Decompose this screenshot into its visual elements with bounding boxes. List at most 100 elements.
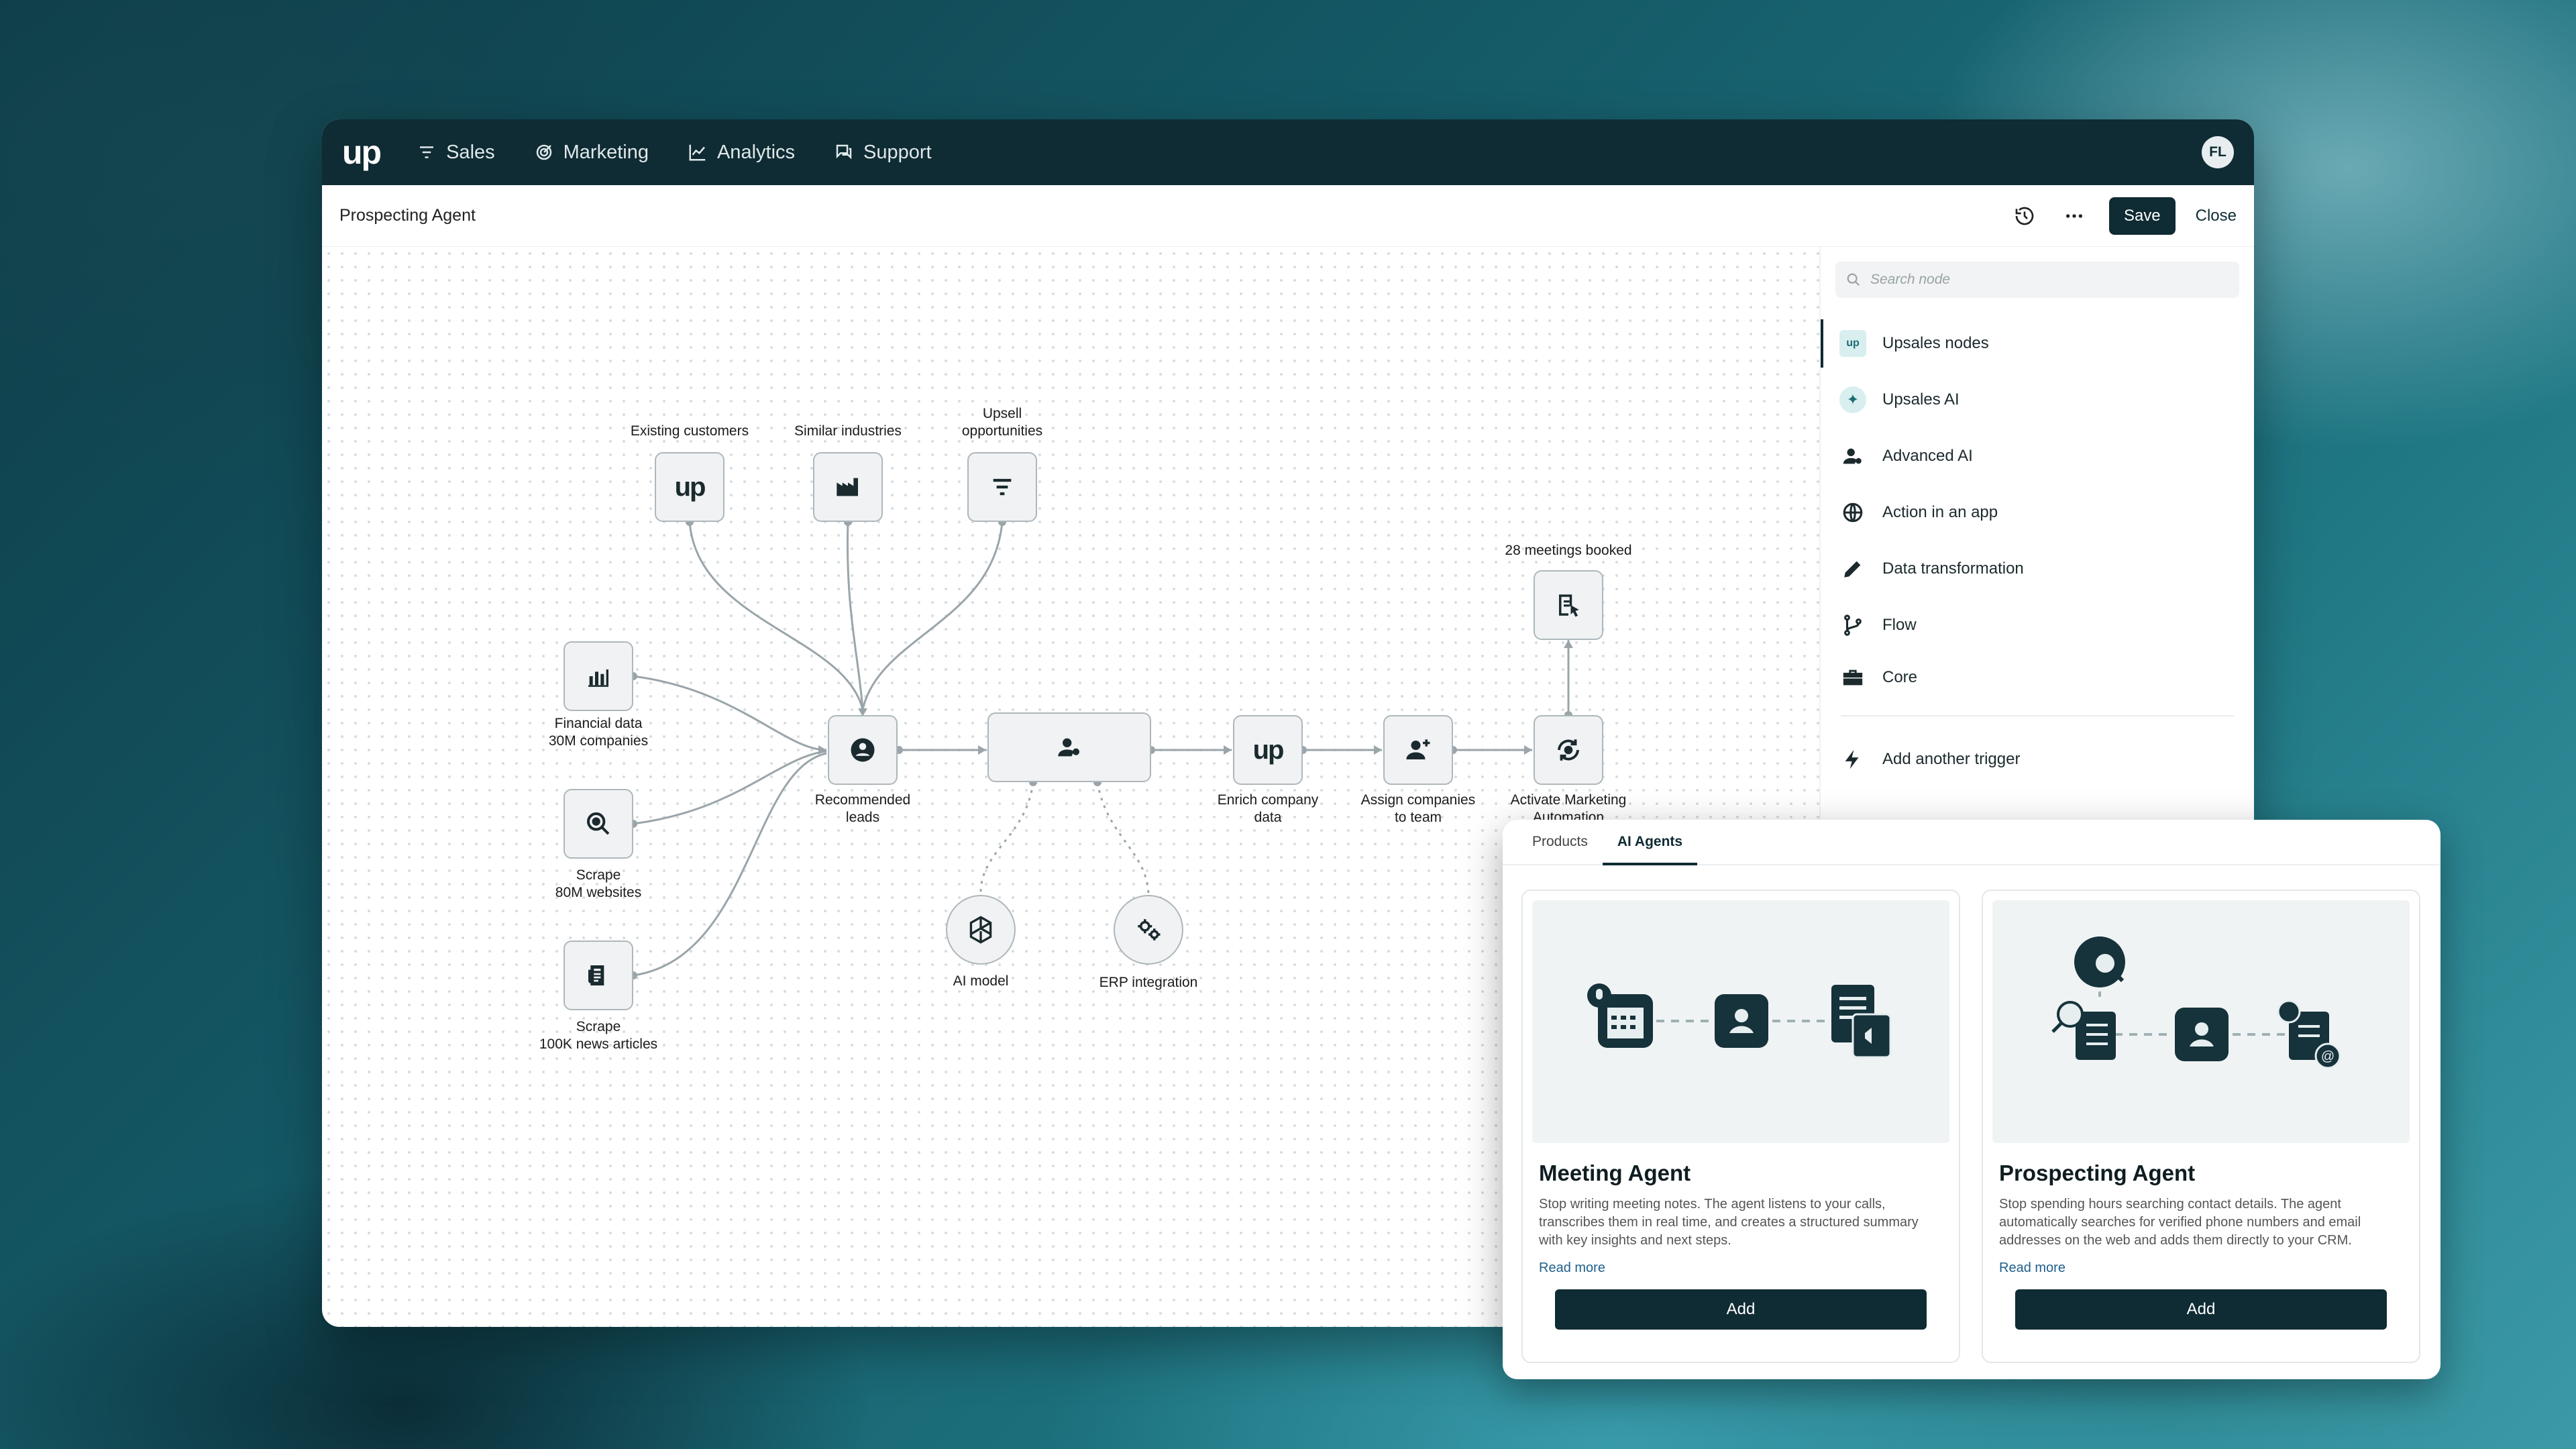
node-scrape-websites[interactable] [564, 789, 633, 859]
upsales-logo-icon: up [1839, 330, 1866, 357]
more-options-button[interactable] [2059, 201, 2089, 231]
tab-ai-agents[interactable]: AI Agents [1602, 820, 1698, 865]
ai-model-icon [969, 916, 992, 944]
filter-icon [420, 146, 434, 158]
node-financial-data[interactable] [564, 641, 633, 711]
label-meetings-booked: 28 meetings booked [1505, 543, 1632, 558]
tab-products[interactable]: Products [1517, 820, 1603, 864]
search-node-input[interactable]: Search node [1835, 262, 2239, 298]
meeting-flow-illustration [1587, 983, 1892, 1059]
node-recommended-leads[interactable] [828, 715, 898, 785]
sidebar-item-label: Upsales nodes [1882, 334, 1989, 352]
card-title: Meeting Agent [1539, 1161, 1691, 1185]
label-assign-line2: to team [1394, 810, 1442, 825]
page-title: Prospecting Agent [339, 206, 476, 225]
user-add-icon [1406, 739, 1430, 759]
node-upsell-opportunities[interactable] [967, 452, 1037, 522]
label-enrich-line2: data [1254, 810, 1282, 825]
document-cursor-icon [1559, 594, 1579, 617]
label-ai-model: AI model [953, 973, 1009, 989]
label-upsell-line2: opportunities [961, 423, 1043, 439]
sidebar-item-flow[interactable]: Flow [1821, 597, 2254, 653]
history-icon [2015, 207, 2034, 225]
node-existing-customers[interactable]: up [655, 452, 724, 522]
nav-marketing-label: Marketing [563, 141, 649, 163]
add-trigger-button[interactable]: Add another trigger [1821, 731, 2254, 788]
nav-support[interactable]: Support [834, 142, 932, 164]
add-prospecting-agent-button[interactable]: Add [2015, 1289, 2387, 1330]
label-scrape-news-line2: 100K news articles [539, 1036, 658, 1052]
node-ai-model[interactable] [946, 895, 1016, 965]
chat-icon [836, 144, 852, 160]
node-activate-marketing[interactable] [1534, 715, 1603, 785]
label-upsell-line1: Upsell [982, 406, 1022, 421]
prospecting-flow-illustration: @ [2051, 936, 2341, 1069]
node-scrape-news[interactable] [564, 941, 633, 1010]
node-erp-integration[interactable] [1114, 895, 1183, 965]
sparkle-icon: ✦ [1839, 386, 1866, 413]
avatar[interactable]: FL [2202, 136, 2234, 168]
upsales-logo-icon: up [674, 472, 706, 502]
label-financial-line2: 30M companies [548, 733, 649, 749]
user-gear-icon [1839, 443, 1866, 470]
card-prospecting-agent: @ Prospecting Agent Stop spending hours … [1982, 890, 2420, 1363]
sidebar-item-core[interactable]: Core [1821, 653, 2254, 702]
nav-sales-label: Sales [446, 141, 495, 163]
label-recommended-line2: leads [845, 810, 880, 825]
sidebar-item-action-in-app[interactable]: Action in an app [1821, 484, 2254, 541]
gears-icon [1138, 919, 1161, 941]
at-sign-icon: @ [2321, 1049, 2334, 1064]
user-gear-icon [1058, 738, 1079, 757]
sidebar-item-upsales-ai[interactable]: ✦ Upsales AI [1821, 372, 2254, 428]
upsales-logo[interactable]: up [342, 133, 382, 172]
branch-icon [1839, 612, 1866, 639]
nav-sales[interactable]: Sales [417, 142, 495, 164]
label-recommended-line1: Recommended [814, 792, 911, 808]
card-meeting-agent: Meeting Agent Stop writing meeting notes… [1521, 890, 1960, 1363]
add-meeting-agent-button[interactable]: Add [1555, 1289, 1927, 1330]
top-navigation: up Sales Marketing Analytics Support FL [322, 119, 2254, 185]
read-more-link[interactable]: Read more [1999, 1260, 2403, 1276]
save-button[interactable]: Save [2108, 197, 2176, 235]
node-assign-companies[interactable] [1383, 715, 1453, 785]
history-button[interactable] [2010, 201, 2039, 231]
lead-target-icon [851, 738, 875, 762]
upsales-logo-icon: up [1252, 735, 1285, 765]
lightning-icon [1839, 746, 1866, 773]
sidebar-item-label: Advanced AI [1882, 447, 1973, 465]
web-search-icon [587, 812, 610, 835]
label-similar-industries: Similar industries [794, 423, 902, 439]
sidebar-item-advanced-ai[interactable]: Advanced AI [1821, 428, 2254, 484]
sidebar-item-data-transformation[interactable]: Data transformation [1821, 541, 2254, 597]
sidebar-item-label: Upsales AI [1882, 390, 1960, 409]
node-meetings-booked[interactable] [1534, 570, 1603, 640]
label-scrape-web-line2: 80M websites [555, 885, 642, 900]
target-icon [536, 144, 551, 160]
search-icon [1847, 273, 1860, 286]
nav-analytics[interactable]: Analytics [688, 142, 795, 164]
marketplace-panel: Products AI Agents Meeting Agent Stop wr [1503, 820, 2440, 1379]
label-activate-line1: Activate Marketing [1510, 792, 1627, 808]
card-description: Stop spending hours searching contact de… [1999, 1197, 2361, 1248]
search-placeholder: Search node [1870, 272, 1951, 287]
sidebar-item-label: Action in an app [1882, 503, 1998, 521]
editor-header: Prospecting Agent Save Close [322, 185, 2254, 247]
sidebar-item-label: Flow [1882, 616, 1917, 634]
label-financial-line1: Financial data [554, 716, 643, 731]
nav-analytics-label: Analytics [716, 141, 796, 163]
read-more-link[interactable]: Read more [1539, 1260, 1943, 1276]
nav-marketing[interactable]: Marketing [534, 142, 649, 164]
close-button[interactable]: Close [2196, 207, 2237, 225]
node-similar-industries[interactable] [813, 452, 883, 522]
meeting-agent-illustration [1532, 900, 1949, 1143]
automation-icon [1558, 739, 1579, 761]
node-prospecting-agent[interactable] [987, 712, 1151, 782]
card-title: Prospecting Agent [1999, 1161, 2196, 1185]
node-enrich-company-data[interactable]: up [1233, 715, 1303, 785]
toolbox-icon [1839, 664, 1866, 691]
sidebar-item-label: Data transformation [1882, 559, 2024, 578]
globe-icon [1839, 499, 1866, 526]
more-horizontal-icon [2065, 213, 2082, 218]
sidebar-item-upsales-nodes[interactable]: up Upsales nodes [1821, 315, 2254, 372]
bar-chart-icon [588, 669, 608, 687]
